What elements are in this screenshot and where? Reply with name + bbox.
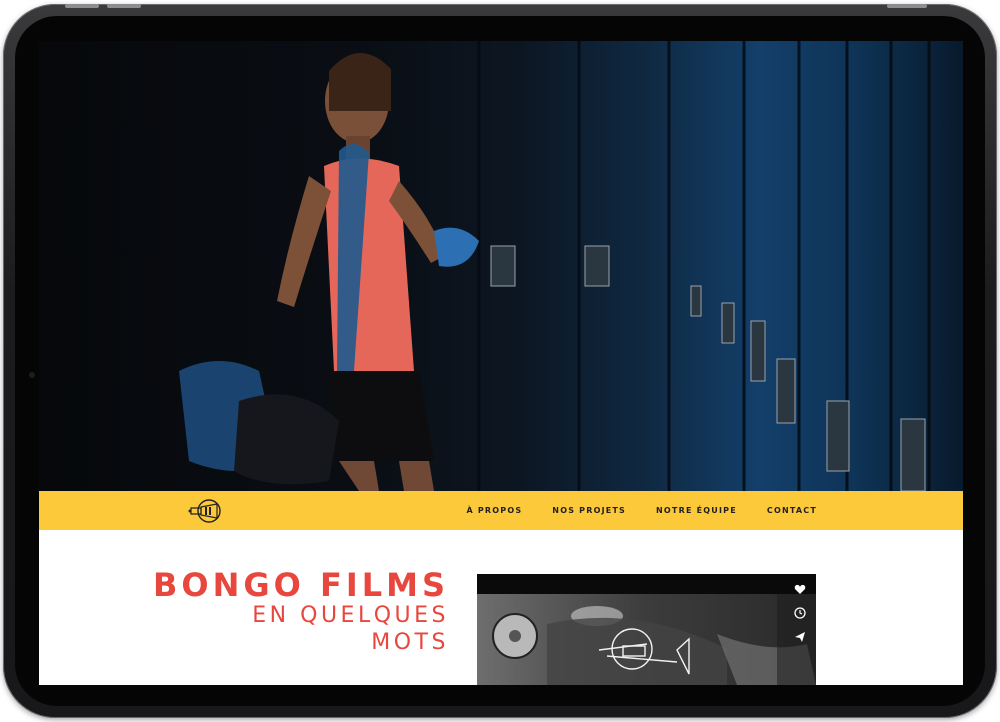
- website-screen: À PROPOS NOS PROJETS NOTRE ÉQUIPE CONTAC…: [39, 41, 963, 685]
- camera: [29, 372, 35, 378]
- clock-icon[interactable]: [792, 605, 808, 621]
- volume-button: [107, 4, 141, 8]
- volume-button: [65, 4, 99, 8]
- media-actions: [792, 581, 808, 645]
- media-card[interactable]: [477, 574, 816, 685]
- nav-item-notre-equipe[interactable]: NOTRE ÉQUIPE: [656, 506, 737, 515]
- intro-title-line3: MOTS: [371, 630, 449, 655]
- send-icon[interactable]: [792, 629, 808, 645]
- intro-title-line1: BONGO FILMS: [152, 566, 449, 604]
- nav-item-a-propos[interactable]: À PROPOS: [466, 506, 522, 515]
- heart-icon[interactable]: [792, 581, 808, 597]
- hero-scene: [179, 41, 931, 491]
- power-button: [887, 4, 927, 8]
- nav-item-contact[interactable]: CONTACT: [767, 506, 817, 515]
- nav-item-nos-projets[interactable]: NOS PROJETS: [552, 506, 626, 515]
- intro-title-line2: EN QUELQUES: [252, 603, 449, 628]
- bongo-logo-icon[interactable]: [187, 497, 225, 525]
- band-photo: [477, 594, 816, 685]
- intro-section: BONGO FILMS EN QUELQUES MOTS: [39, 530, 963, 685]
- nav-menu: À PROPOS NOS PROJETS NOTRE ÉQUIPE CONTAC…: [466, 491, 817, 530]
- main-nav: À PROPOS NOS PROJETS NOTRE ÉQUIPE CONTAC…: [39, 491, 963, 530]
- intro-heading: BONGO FILMS EN QUELQUES MOTS: [153, 568, 449, 656]
- hero-video[interactable]: [39, 41, 963, 491]
